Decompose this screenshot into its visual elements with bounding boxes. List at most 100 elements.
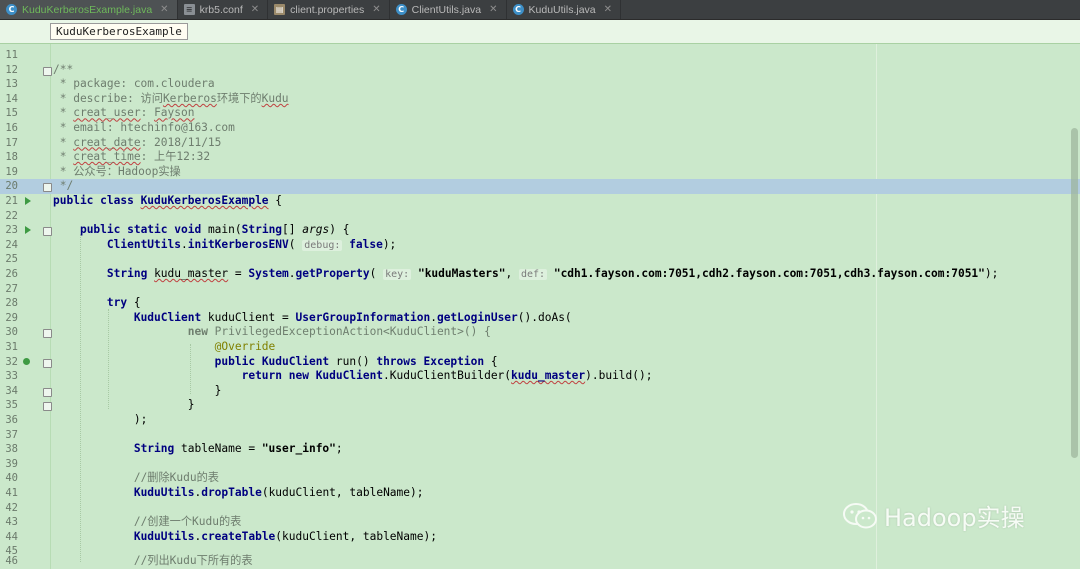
code-text: * describe: 访问Kerberos环境下的Kudu xyxy=(53,92,289,107)
code-line[interactable]: 29 KuduClient kuduClient = UserGroupInfo… xyxy=(0,311,1080,326)
code-text: ); xyxy=(382,237,397,251)
code-text: KuduUtils.createTable(kuduClient, tableN… xyxy=(53,530,437,545)
code-line[interactable]: 19 * 公众号：Hadoop实操 xyxy=(0,165,1080,180)
code-line[interactable]: 35 } xyxy=(0,398,1080,413)
fold-marker-icon[interactable] xyxy=(43,402,52,412)
fold-marker-icon[interactable] xyxy=(43,183,52,193)
code-text: . xyxy=(430,310,437,324)
code-text: * email: htechinfo@163.com xyxy=(53,121,235,134)
code-text: @Override xyxy=(214,340,276,353)
code-line[interactable]: 23 public static void main(String[] args… xyxy=(0,223,1080,238)
code-text: "user_info" xyxy=(261,442,336,456)
code-text: creat_user xyxy=(73,106,141,120)
code-text: public static void xyxy=(79,223,208,237)
code-text: public xyxy=(214,354,262,368)
fold-marker-icon[interactable] xyxy=(43,227,52,237)
code-line[interactable]: 16 * email: htechinfo@163.com xyxy=(0,121,1080,136)
code-line[interactable]: 32 public KuduClient run() throws Except… xyxy=(0,355,1080,370)
close-icon[interactable]: ✕ xyxy=(489,4,497,15)
line-number: 37 xyxy=(5,428,18,441)
close-icon[interactable]: ✕ xyxy=(372,4,380,15)
fold-marker-icon[interactable] xyxy=(43,358,52,368)
tab-label: ClientUtils.java xyxy=(411,3,482,16)
code-text: { xyxy=(484,354,498,368)
code-text: : xyxy=(140,106,155,120)
code-text: } xyxy=(214,383,222,397)
code-text: Kerberos xyxy=(162,91,217,105)
code-text: KuduClient kuduClient = UserGroupInforma… xyxy=(53,311,572,326)
code-text: : 2018/11/15 xyxy=(140,135,222,149)
tab-kudukerberosexample[interactable]: C KuduKerberosExample.java ✕ xyxy=(0,0,178,19)
close-icon[interactable]: ✕ xyxy=(604,4,612,15)
line-number: 39 xyxy=(5,457,18,470)
code-line[interactable]: 15 * creat_user: Fayson xyxy=(0,106,1080,121)
close-icon[interactable]: ✕ xyxy=(251,4,259,15)
code-line[interactable]: 40 //删除Kudu的表 xyxy=(0,471,1080,486)
code-line[interactable]: 39 xyxy=(0,457,1080,472)
code-line[interactable]: 31 @Override xyxy=(0,340,1080,355)
run-icon[interactable] xyxy=(25,226,31,235)
code-text: (kuduClient, tableName); xyxy=(275,529,437,543)
code-text: 环境下的 xyxy=(216,91,262,105)
tab-client-properties[interactable]: ▤ client.properties ✕ xyxy=(268,0,390,19)
code-line[interactable]: 36 ); xyxy=(0,413,1080,428)
tab-krb5-conf[interactable]: ≡ krb5.conf ✕ xyxy=(178,0,269,19)
breadcrumb-class[interactable]: KuduKerberosExample xyxy=(50,23,188,40)
code-text: ().doAs( xyxy=(517,310,572,324)
run-icon[interactable] xyxy=(25,197,31,205)
code-text: KuduClient xyxy=(133,310,202,324)
close-icon[interactable]: ✕ xyxy=(160,4,168,15)
code-line[interactable]: 30 new PrivilegedExceptionAction<KuduCli… xyxy=(0,325,1080,340)
code-line[interactable]: 13 * package: com.cloudera xyxy=(0,77,1080,92)
code-line[interactable]: 33 return new KuduClient.KuduClientBuild… xyxy=(0,369,1080,384)
line-number: 46 xyxy=(5,555,18,567)
code-line[interactable]: 46 //列出Kudu下所有的表 xyxy=(0,554,1080,569)
code-text: * xyxy=(53,106,74,120)
java-class-icon: C xyxy=(512,4,524,15)
code-line[interactable]: 26 String kudu_master = System.getProper… xyxy=(0,267,1080,282)
code-line[interactable]: 34 } xyxy=(0,384,1080,399)
code-text: @Override xyxy=(53,340,276,355)
code-text: public static void main(String[] args) { xyxy=(53,223,349,238)
code-text: * 公众号：Hadoop实操 xyxy=(53,164,181,178)
line-number: 31 xyxy=(5,341,18,353)
code-line[interactable]: 21 public class KuduKerberosExample { xyxy=(0,194,1080,209)
code-text: try { xyxy=(53,296,141,311)
code-line[interactable]: 12 /** xyxy=(0,63,1080,78)
code-line[interactable]: 24 ClientUtils.initKerberosENV( debug: f… xyxy=(0,238,1080,253)
code-text: false xyxy=(342,237,383,251)
code-text: kuduClient = xyxy=(201,310,296,324)
code-line[interactable]: 11 xyxy=(0,48,1080,63)
fold-marker-icon[interactable] xyxy=(43,329,52,339)
override-marker-icon[interactable] xyxy=(23,357,30,365)
code-line[interactable]: 25 xyxy=(0,252,1080,267)
line-number: 30 xyxy=(5,326,18,339)
line-number: 14 xyxy=(5,92,18,105)
code-line[interactable]: 14 * describe: 访问Kerberos环境下的Kudu xyxy=(0,92,1080,107)
code-text: throws xyxy=(376,354,424,368)
code-line[interactable]: 38 String tableName = "user_info"; xyxy=(0,442,1080,457)
line-number: 20 xyxy=(5,180,18,193)
code-line[interactable]: 22 xyxy=(0,209,1080,224)
code-line-current[interactable]: 20 */ xyxy=(0,179,1080,194)
fold-marker-icon[interactable] xyxy=(43,387,52,397)
code-line[interactable]: 28 try { xyxy=(0,296,1080,311)
code-text: //删除Kudu的表 xyxy=(53,471,219,486)
code-editor[interactable]: 11 12 /** 13 * package: com.cloudera 14 … xyxy=(0,44,1080,569)
java-class-icon: C xyxy=(6,4,17,15)
code-text: } xyxy=(53,383,222,399)
code-line[interactable]: 27 xyxy=(0,282,1080,297)
wechat-icon xyxy=(842,502,878,530)
tab-clientutils[interactable]: C ClientUtils.java ✕ xyxy=(390,0,507,19)
code-text: public class KuduKerberosExample { xyxy=(53,194,282,209)
code-text: getLoginUser xyxy=(436,310,518,324)
code-text: kudu_master xyxy=(511,369,586,383)
tab-kuduutils[interactable]: C KuduUtils.java ✕ xyxy=(507,0,622,19)
vertical-scrollbar[interactable] xyxy=(1071,128,1078,458)
tab-label: krb5.conf xyxy=(199,3,243,16)
code-text: ) { xyxy=(329,223,350,237)
code-line[interactable]: 18 * creat_time: 上午12:32 xyxy=(0,150,1080,165)
code-line[interactable]: 37 xyxy=(0,428,1080,443)
code-line[interactable]: 17 * creat_date: 2018/11/15 xyxy=(0,136,1080,151)
fold-marker-icon[interactable] xyxy=(43,66,52,76)
